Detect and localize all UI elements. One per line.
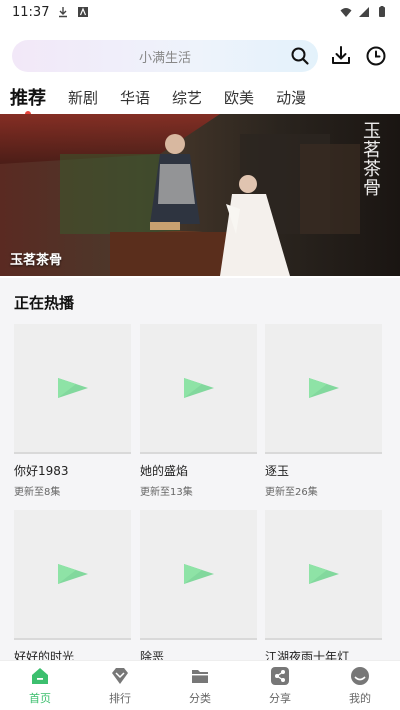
- nav-home[interactable]: 首页: [10, 665, 70, 706]
- card-subtitle: 更新至26集: [265, 487, 318, 498]
- play-icon: [308, 378, 339, 398]
- app-status-icon: [77, 6, 89, 18]
- search-bar[interactable]: 小满生活: [12, 40, 318, 72]
- wifi-icon: [340, 6, 352, 18]
- bottom-nav: 首页 排行 分类 分享 我的: [0, 660, 400, 710]
- tab-chinese[interactable]: 华语: [120, 87, 150, 108]
- profile-icon: [349, 665, 371, 687]
- play-icon: [308, 564, 339, 584]
- poster-placeholder: [14, 510, 131, 640]
- share-icon: [269, 665, 291, 687]
- download-status-icon: [57, 6, 69, 18]
- nav-label: 分类: [189, 692, 211, 705]
- home-icon: [29, 665, 51, 687]
- folder-icon: [189, 665, 211, 687]
- signal-icon: [358, 6, 370, 18]
- search-placeholder: 小满生活: [138, 50, 191, 66]
- nav-rank[interactable]: 排行: [90, 665, 150, 706]
- featured-banner[interactable]: 玉茗茶骨 玉茗茶骨: [0, 114, 400, 276]
- tab-anime[interactable]: 动漫: [276, 87, 306, 108]
- drama-card[interactable]: 除恶: [140, 510, 257, 662]
- nav-share[interactable]: 分享: [250, 665, 310, 706]
- rank-icon: [109, 665, 131, 687]
- now-playing-section: 正在热播 你好1983 更新至8集 她的盛焰 更新至13集 逐玉 更新至26集: [0, 278, 400, 662]
- tab-variety[interactable]: 综艺: [172, 87, 202, 108]
- status-left: 11:37: [12, 5, 89, 20]
- poster-placeholder: [265, 324, 382, 454]
- play-icon: [183, 378, 214, 398]
- drama-card[interactable]: 好好的时光: [14, 510, 131, 662]
- drama-card[interactable]: 她的盛焰 更新至13集: [140, 324, 257, 498]
- nav-label: 排行: [109, 692, 131, 705]
- nav-label: 首页: [29, 692, 51, 705]
- drama-card[interactable]: 你好1983 更新至8集: [14, 324, 131, 498]
- banner-title: 玉茗茶骨: [10, 253, 63, 268]
- battery-icon: [376, 6, 388, 18]
- poster-placeholder: [14, 324, 131, 454]
- tab-western[interactable]: 欧美: [224, 87, 254, 108]
- nav-label: 我的: [349, 692, 371, 705]
- play-icon: [57, 378, 88, 398]
- card-subtitle: 更新至8集: [14, 487, 61, 498]
- category-tabs: 推荐 新剧 华语 综艺 欧美 动漫: [0, 82, 400, 117]
- nav-profile[interactable]: 我的: [330, 665, 390, 706]
- poster-placeholder: [265, 510, 382, 640]
- tab-new-drama[interactable]: 新剧: [68, 87, 98, 108]
- section-heading: 正在热播: [14, 294, 75, 312]
- poster-placeholder: [140, 324, 257, 454]
- card-title: 你好1983: [14, 464, 69, 478]
- download-icon[interactable]: [328, 43, 353, 69]
- card-title: 逐玉: [265, 464, 290, 478]
- play-icon: [57, 564, 88, 584]
- status-bar: 11:37: [0, 0, 400, 24]
- nav-label: 分享: [269, 692, 291, 705]
- poster-placeholder: [140, 510, 257, 640]
- search-icon[interactable]: [288, 44, 312, 68]
- card-title: 她的盛焰: [140, 464, 189, 478]
- tab-recommend[interactable]: 推荐: [10, 84, 46, 117]
- status-right: [340, 6, 388, 18]
- play-icon: [183, 564, 214, 584]
- nav-category[interactable]: 分类: [170, 665, 230, 706]
- card-subtitle: 更新至13集: [140, 487, 193, 498]
- history-clock-icon[interactable]: [363, 43, 388, 69]
- drama-card[interactable]: 江湖夜雨十年灯: [265, 510, 382, 662]
- search-row: 小满生活: [0, 34, 400, 78]
- status-time: 11:37: [12, 4, 50, 20]
- banner-logo: 玉茗茶骨: [363, 121, 381, 199]
- drama-card[interactable]: 逐玉 更新至26集: [265, 324, 382, 498]
